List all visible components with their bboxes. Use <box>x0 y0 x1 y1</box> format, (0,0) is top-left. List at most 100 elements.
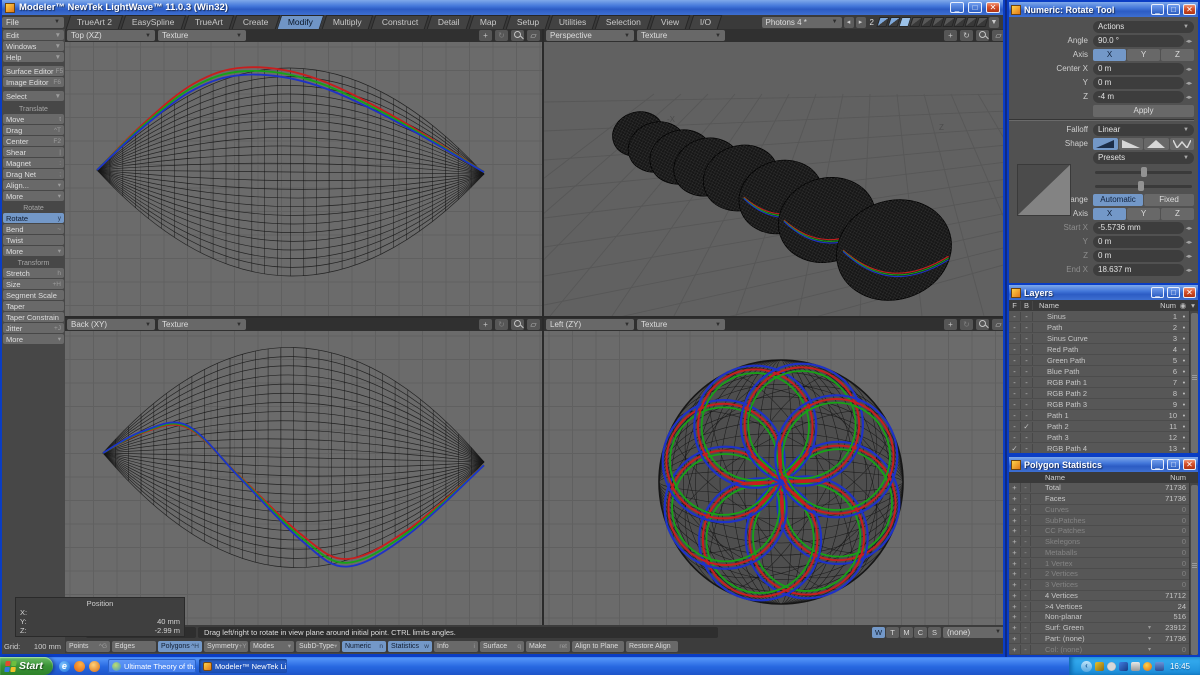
pan-icon[interactable]: + <box>479 319 492 330</box>
shading-dropdown[interactable]: Texture▼ <box>637 319 725 330</box>
background-cell[interactable]: - <box>1021 345 1033 354</box>
select-plus-button[interactable]: + <box>1009 569 1021 578</box>
foreground-cell[interactable]: - <box>1009 378 1021 387</box>
menu-tab[interactable]: View <box>650 15 691 29</box>
toolbar-button[interactable]: Modes▾ <box>250 641 294 652</box>
background-cell[interactable]: - <box>1021 356 1033 365</box>
foreground-cell[interactable]: - <box>1009 356 1021 365</box>
expand-icon[interactable]: ▱ <box>992 30 1005 41</box>
shape-valley-button[interactable] <box>1170 138 1195 150</box>
menu-tab[interactable]: TrueArt 2 <box>66 15 124 29</box>
maximize-button[interactable]: □ <box>1167 287 1180 298</box>
menu-tab[interactable]: Multiply <box>322 15 373 29</box>
expand-icon[interactable]: ▱ <box>527 30 540 41</box>
pan-icon[interactable]: + <box>944 319 957 330</box>
range-button[interactable]: Fixed <box>1144 194 1194 206</box>
deselect-minus-button[interactable]: - <box>1021 612 1031 621</box>
shading-dropdown[interactable]: Texture▼ <box>637 30 725 41</box>
menu-tab[interactable]: Setup <box>505 15 550 29</box>
axis-button[interactable]: Z <box>1161 49 1194 61</box>
tool-button[interactable]: Stretchh <box>3 268 64 278</box>
background-cell[interactable]: - <box>1021 378 1033 387</box>
start-button[interactable]: Start <box>0 657 53 675</box>
falloff-dropdown[interactable]: Linear▼ <box>1093 124 1194 136</box>
select-plus-button[interactable]: + <box>1009 548 1021 557</box>
tool-button[interactable]: Magnet: <box>3 158 64 168</box>
deselect-minus-button[interactable]: - <box>1021 494 1031 503</box>
toolbar-button[interactable]: Edges <box>112 641 156 652</box>
file-menu[interactable]: File▼ <box>2 17 64 28</box>
tool-button[interactable]: Taper Constrain <box>3 312 64 322</box>
layer-prev-button[interactable]: ◂ <box>844 17 854 28</box>
deselect-minus-button[interactable]: - <box>1021 483 1031 492</box>
layers-scrollbar[interactable] <box>1189 311 1198 453</box>
deselect-minus-button[interactable]: - <box>1021 569 1031 578</box>
visibility-dot[interactable]: • <box>1179 411 1189 420</box>
tool-button[interactable]: Twist <box>3 235 64 245</box>
toolbar-button[interactable]: Numericn <box>342 641 386 652</box>
toolbar-button[interactable]: Points^G <box>66 641 110 652</box>
layer-row[interactable]: - - Red Path 4 • <box>1009 344 1189 355</box>
chevron-down-icon[interactable]: ▾ <box>1148 635 1155 642</box>
shape-peak-button[interactable] <box>1144 138 1169 150</box>
minimize-button[interactable]: _ <box>1151 4 1164 15</box>
layer-row[interactable]: - - RGB Path 3 9 • <box>1009 399 1189 410</box>
tool-button[interactable]: Segment Scale <box>3 290 64 300</box>
deselect-minus-button[interactable]: - <box>1021 516 1031 525</box>
background-cell[interactable]: ✓ <box>1021 422 1033 431</box>
visibility-dot[interactable]: • <box>1179 356 1189 365</box>
menu-tab[interactable]: Construct <box>371 15 430 29</box>
rotate-icon[interactable]: ↻ <box>495 30 508 41</box>
menu-tab[interactable]: Selection <box>595 15 653 29</box>
deselect-minus-button[interactable]: - <box>1021 580 1031 589</box>
shape-ramp-down-button[interactable] <box>1119 138 1144 150</box>
vmap-dropdown[interactable]: (none)▼ <box>943 627 1005 638</box>
layer-row[interactable]: - - Path 1 10 • <box>1009 410 1189 421</box>
foreground-cell[interactable]: - <box>1009 312 1021 321</box>
tool-button[interactable]: Movet <box>3 114 64 124</box>
deselect-minus-button[interactable]: - <box>1021 526 1031 535</box>
tray-users-icon[interactable] <box>1155 662 1164 671</box>
menu-tab[interactable]: I/O <box>688 15 722 29</box>
close-button[interactable]: ✕ <box>1183 287 1196 298</box>
browser-icon[interactable] <box>89 661 100 672</box>
layer-slot[interactable] <box>975 17 988 27</box>
tool-button[interactable]: Taper <box>3 301 64 311</box>
background-cell[interactable]: - <box>1021 411 1033 420</box>
visibility-dot[interactable]: • <box>1179 367 1189 376</box>
visibility-dot[interactable]: • <box>1179 345 1189 354</box>
tray-display-icon[interactable] <box>1131 662 1140 671</box>
foreground-cell[interactable]: - <box>1009 433 1021 442</box>
maximize-button[interactable]: □ <box>1167 459 1180 470</box>
close-button[interactable]: ✕ <box>986 2 1000 13</box>
layer-row[interactable]: - - Path 2 • <box>1009 322 1189 333</box>
tray-chevron-icon[interactable]: ‹ <box>1081 661 1092 672</box>
layer-row[interactable]: - - Sinus 1 • <box>1009 311 1189 322</box>
stepper-icon[interactable]: ◂▸ <box>1184 238 1194 246</box>
visibility-dot[interactable]: • <box>1179 378 1189 387</box>
minimize-button[interactable]: _ <box>950 2 964 13</box>
apply-button[interactable]: Apply <box>1093 105 1194 117</box>
viewport-left-canvas[interactable] <box>544 331 1005 625</box>
select-plus-button[interactable]: + <box>1009 591 1021 600</box>
falloff-slider-1[interactable] <box>1093 166 1194 178</box>
viewport-top-canvas[interactable] <box>65 42 542 316</box>
deselect-minus-button[interactable]: - <box>1021 559 1031 568</box>
zoom-icon[interactable] <box>976 319 989 330</box>
visibility-dot[interactable]: • <box>1179 389 1189 398</box>
visibility-dot[interactable]: • <box>1179 312 1189 321</box>
select-plus-button[interactable]: + <box>1009 537 1021 546</box>
falloff-slider-2[interactable] <box>1093 180 1194 192</box>
zoom-icon[interactable] <box>511 30 524 41</box>
expand-icon[interactable]: ▱ <box>992 319 1005 330</box>
tool-button[interactable]: Drag Net; <box>3 169 64 179</box>
minimize-button[interactable]: _ <box>1151 459 1164 470</box>
axis-button[interactable]: Y <box>1127 49 1160 61</box>
deselect-minus-button[interactable]: - <box>1021 548 1031 557</box>
vmap-mode-button[interactable]: T <box>886 627 899 638</box>
select-plus-button[interactable]: + <box>1009 494 1021 503</box>
stepper-icon[interactable]: ◂▸ <box>1184 252 1194 260</box>
tray-update-icon[interactable] <box>1143 662 1152 671</box>
select-plus-button[interactable]: + <box>1009 559 1021 568</box>
layer-row[interactable]: - - RGB Path 2 8 • <box>1009 388 1189 399</box>
